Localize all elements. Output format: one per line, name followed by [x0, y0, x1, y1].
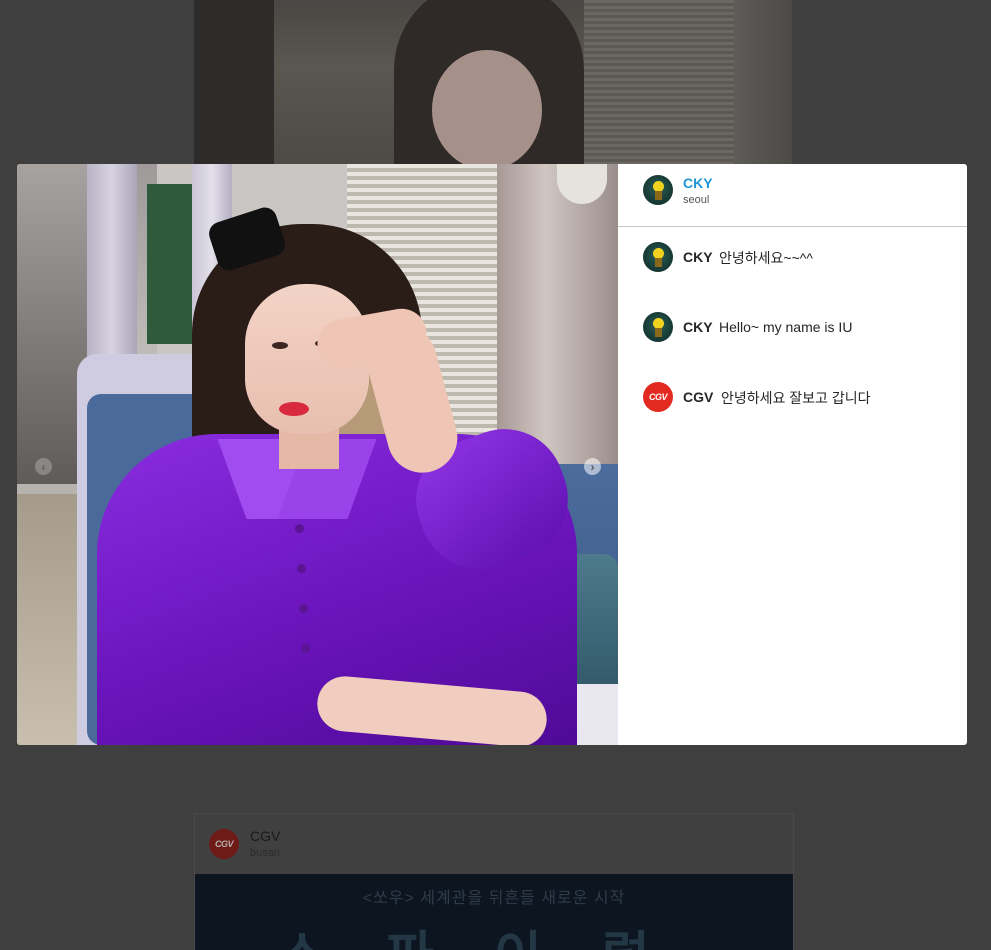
- comment-author[interactable]: CKY: [683, 249, 713, 265]
- feed-post-image-previous: [194, 0, 792, 166]
- post-photo: ‹ ›: [17, 164, 618, 745]
- comment-text: 안녕하세요~~^^: [719, 250, 813, 266]
- avatar[interactable]: CGV: [643, 382, 673, 412]
- feed-post-image: <쏘우> 세계관을 뒤흔들 새로운 시작 스파이럴: [195, 874, 793, 950]
- feed-post-header: CGV CGV busan: [195, 814, 793, 874]
- chevron-left-icon[interactable]: ‹: [35, 458, 52, 475]
- post-header: CKY seoul: [618, 164, 967, 227]
- comment-text: Hello~ my name is IU: [719, 319, 853, 335]
- comment-text: 안녕하세요 잘보고 갑니다: [721, 390, 871, 406]
- avatar[interactable]: [643, 312, 673, 342]
- comment-author[interactable]: CKY: [683, 319, 713, 335]
- chevron-right-icon[interactable]: ›: [584, 458, 601, 475]
- feed-post-location: busan: [250, 847, 280, 859]
- feed-post-author: CGV: [250, 828, 281, 844]
- post-location: seoul: [683, 194, 710, 206]
- avatar: CGV: [209, 829, 239, 859]
- feed-post-media-caption: <쏘우> 세계관을 뒤흔들 새로운 시작: [362, 890, 626, 907]
- avatar[interactable]: [643, 242, 673, 272]
- post-side-panel: CKY seoul CKY 안녕하세요~~^^ CKY Hello~ my na…: [618, 164, 967, 745]
- feed-post-media-title: 스파이럴: [195, 914, 793, 950]
- feed-post-next: CGV CGV busan <쏘우> 세계관을 뒤흔들 새로운 시작 스파이럴: [194, 813, 794, 950]
- post-modal: ‹ › CKY seoul CKY 안녕하세요~~^^ CKY Hello~ m…: [17, 164, 967, 745]
- post-author-link[interactable]: CKY: [683, 175, 713, 191]
- avatar[interactable]: [643, 175, 673, 205]
- comment-author[interactable]: CGV: [683, 389, 713, 405]
